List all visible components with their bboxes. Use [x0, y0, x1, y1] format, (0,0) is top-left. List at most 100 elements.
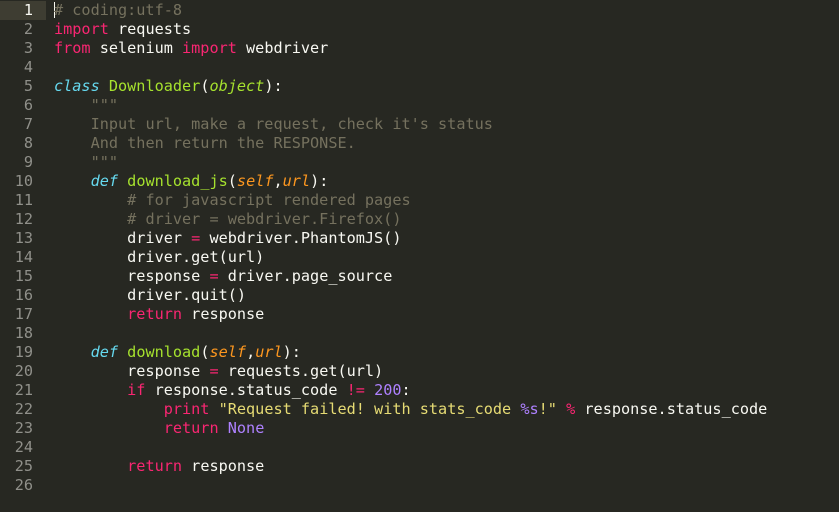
line-code[interactable]: return response	[54, 457, 264, 476]
line-code[interactable]: driver.get(url)	[54, 248, 264, 267]
code-line[interactable]: 25 return response	[0, 457, 839, 476]
line-code[interactable]: import requests	[54, 20, 191, 39]
line-code[interactable]: return response	[54, 305, 264, 324]
code-line[interactable]: 4	[0, 58, 839, 77]
keyword-token: return	[127, 457, 183, 475]
code-text: response	[54, 362, 210, 380]
code-line[interactable]: 14 driver.get(url)	[0, 248, 839, 267]
line-code[interactable]: if response.status_code != 200:	[54, 381, 411, 400]
line-code[interactable]: response = driver.page_source	[54, 267, 392, 286]
code-line[interactable]: 7 Input url, make a request, check it's …	[0, 115, 839, 134]
storage-keyword-token: def	[90, 343, 119, 361]
line-number: 7	[23, 115, 33, 133]
line-code[interactable]: """	[54, 153, 118, 172]
line-code[interactable]: driver.quit()	[54, 286, 246, 305]
line-number: 13	[14, 229, 33, 247]
code-line[interactable]: 11 # for javascript rendered pages	[0, 191, 839, 210]
line-code[interactable]: print "Request failed! with stats_code %…	[54, 400, 768, 419]
line-number: 10	[14, 172, 33, 190]
code-text: response	[54, 267, 210, 285]
code-text: driver.page_source	[218, 267, 393, 285]
line-number: 6	[23, 96, 33, 114]
code-line[interactable]: 13 driver = webdriver.PhantomJS()	[0, 229, 839, 248]
line-number: 5	[23, 77, 33, 95]
code-text: ,	[246, 343, 256, 361]
code-line[interactable]: 20 response = requests.get(url)	[0, 362, 839, 381]
code-line[interactable]: 19 def download(self,url):	[0, 343, 839, 362]
parameter-token: url	[255, 343, 283, 361]
line-number: 26	[14, 476, 33, 494]
code-line[interactable]: 16 driver.quit()	[0, 286, 839, 305]
line-number: 15	[14, 267, 33, 285]
base-class-token: object	[209, 77, 265, 95]
line-code[interactable]: # for javascript rendered pages	[54, 191, 411, 210]
line-code[interactable]: def download_js(self,url):	[54, 172, 329, 191]
operator-token: =	[209, 362, 219, 380]
comment-token: # driver = webdriver.Firefox()	[127, 210, 402, 228]
code-line[interactable]: 15 response = driver.page_source	[0, 267, 839, 286]
line-code[interactable]: response = requests.get(url)	[54, 362, 383, 381]
line-number: 16	[14, 286, 33, 304]
code-line[interactable]: 9 """	[0, 153, 839, 172]
code-line[interactable]: 1 # coding:utf-8	[0, 1, 839, 20]
code-line[interactable]: 23 return None	[0, 419, 839, 438]
code-line[interactable]: 10 def download_js(self,url):	[0, 172, 839, 191]
line-code[interactable]: # driver = webdriver.Firefox()	[54, 210, 401, 229]
code-line[interactable]: 18	[0, 324, 839, 343]
code-line[interactable]: 12 # driver = webdriver.Firefox()	[0, 210, 839, 229]
code-text: webdriver	[236, 39, 329, 57]
code-line[interactable]: 26	[0, 476, 839, 495]
comment-token: # for javascript rendered pages	[127, 191, 411, 209]
line-number: 11	[14, 191, 33, 209]
line-number: 1	[0, 1, 46, 20]
keyword-token: import	[182, 39, 237, 57]
code-line[interactable]: 21 if response.status_code != 200:	[0, 381, 839, 400]
line-code[interactable]: class Downloader(object):	[54, 77, 283, 96]
code-text: response	[182, 457, 265, 475]
line-code[interactable]: """	[54, 96, 118, 115]
code-text: response.status_code	[575, 400, 768, 418]
code-text: response.status_code	[145, 381, 347, 399]
code-text: requests.get(url)	[218, 362, 384, 380]
line-code[interactable]: def download(self,url):	[54, 343, 301, 362]
format-spec-token: %s	[520, 400, 539, 418]
keyword-token: return	[127, 305, 183, 323]
code-text: ,	[273, 172, 283, 190]
code-line[interactable]: 3 from selenium import webdriver	[0, 39, 839, 58]
operator-token: =	[209, 267, 219, 285]
code-line[interactable]: 17 return response	[0, 305, 839, 324]
code-editor[interactable]: 1 # coding:utf-8 2 import requests 3 from sel…	[0, 0, 839, 512]
code-line[interactable]: 22 print "Request failed! with stats_cod…	[0, 400, 839, 419]
code-line[interactable]: 8 And then return the RESPONSE.	[0, 134, 839, 153]
number-token: 200	[374, 381, 402, 399]
comment-token: """	[90, 96, 119, 114]
code-line[interactable]: 2 import requests	[0, 20, 839, 39]
line-code[interactable]: return None	[54, 419, 265, 438]
string-token: "Request failed! with stats_code	[218, 400, 521, 418]
line-code[interactable]: from selenium import webdriver	[54, 39, 328, 58]
code-text: driver.quit()	[54, 286, 247, 304]
line-code[interactable]: Input url, make a request, check it's st…	[54, 115, 493, 134]
code-line[interactable]: 5 class Downloader(object):	[0, 77, 839, 96]
code-text: webdriver.PhantomJS()	[200, 229, 402, 247]
line-code[interactable]: And then return the RESPONSE.	[54, 134, 356, 153]
line-code[interactable]: driver = webdriver.PhantomJS()	[54, 229, 401, 248]
operator-token: =	[191, 229, 201, 247]
line-number: 14	[14, 248, 33, 266]
line-code[interactable]: # coding:utf-8	[54, 1, 182, 20]
code-line[interactable]: 24	[0, 438, 839, 457]
code-line[interactable]: 6 """	[0, 96, 839, 115]
comment-token: # coding:utf-8	[54, 1, 183, 19]
line-number: 25	[14, 457, 33, 475]
